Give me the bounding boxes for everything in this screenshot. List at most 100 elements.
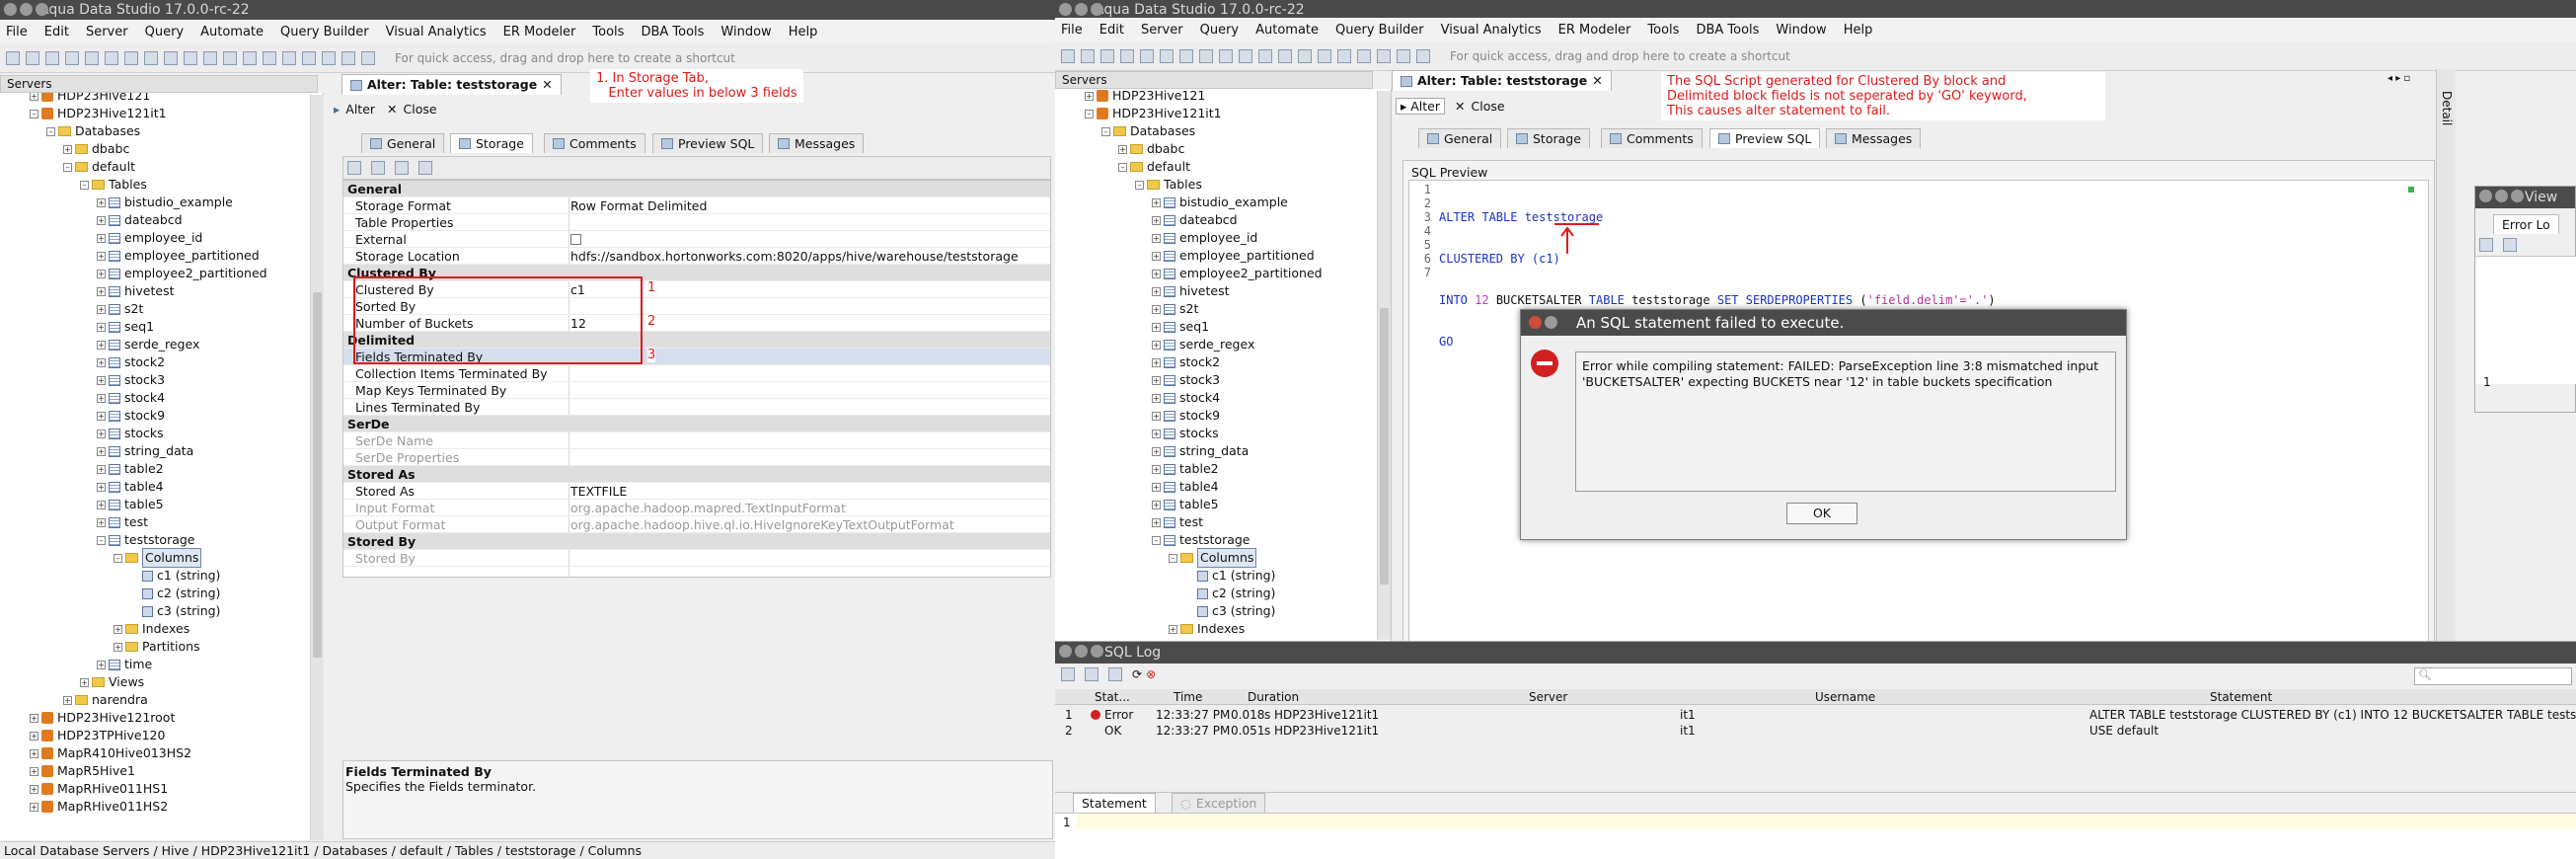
tree-item[interactable]: + table5 bbox=[97, 496, 164, 513]
tree-item[interactable]: + MapR410Hive013HS2 bbox=[30, 744, 191, 762]
window-icon[interactable] bbox=[1278, 48, 1292, 63]
tree-item[interactable]: + stock3 bbox=[1152, 371, 1220, 389]
tree-item[interactable]: + s2t bbox=[97, 300, 143, 318]
tree-item[interactable]: – HDP23Hive121it1 bbox=[1085, 105, 1222, 122]
layout6-icon[interactable] bbox=[361, 50, 375, 65]
log-header-4[interactable]: Username bbox=[1815, 689, 1875, 705]
tree-item[interactable]: + bistudio_example bbox=[1152, 194, 1288, 211]
expand-icon[interactable]: + bbox=[30, 93, 38, 101]
tree-item[interactable]: c2 (string) bbox=[1185, 585, 1275, 602]
expand-icon[interactable]: + bbox=[97, 660, 106, 669]
tree-item[interactable]: + serde_regex bbox=[97, 336, 199, 353]
menu-file[interactable]: File bbox=[6, 25, 28, 39]
tree-item[interactable]: + stock3 bbox=[97, 371, 165, 389]
menu-tools[interactable]: Tools bbox=[592, 25, 624, 39]
close-icon[interactable]: ✕ bbox=[1455, 99, 1465, 114]
disconnect-icon[interactable] bbox=[144, 50, 158, 65]
expand-icon[interactable]: + bbox=[97, 429, 106, 438]
tree-item[interactable]: – default bbox=[63, 158, 135, 176]
edit-log-icon[interactable] bbox=[1108, 667, 1122, 681]
tree-item[interactable]: + Partitions bbox=[114, 638, 200, 656]
sort-category-icon[interactable] bbox=[347, 161, 361, 175]
view2-icon[interactable] bbox=[2503, 238, 2517, 252]
tree-item[interactable]: – Tables bbox=[1135, 176, 1202, 194]
expand-icon[interactable]: + bbox=[1169, 624, 1177, 634]
tree-item[interactable]: – Tables bbox=[80, 176, 147, 194]
tree-item[interactable]: + HDP23TPHive120 bbox=[30, 727, 165, 744]
expand-icon[interactable]: + bbox=[1152, 197, 1161, 207]
tree-item[interactable]: + seq1 bbox=[1152, 318, 1209, 336]
expand-icon[interactable]: + bbox=[97, 500, 106, 509]
property-row[interactable]: Input Format org.apache.hadoop.mapred.Tex… bbox=[343, 500, 1050, 516]
expand-icon[interactable]: + bbox=[97, 464, 106, 474]
expand-icon[interactable]: + bbox=[1152, 411, 1161, 421]
tree-item[interactable]: + table2 bbox=[1152, 460, 1219, 478]
tree-item[interactable]: + narendra bbox=[63, 691, 148, 709]
tree-item[interactable]: c3 (string) bbox=[130, 602, 220, 620]
menu-dba-tools[interactable]: DBA Tools bbox=[641, 25, 704, 39]
property-value[interactable]: org.apache.hadoop.hive.ql.io.HiveIgnoreK… bbox=[570, 516, 954, 533]
log-header-3[interactable]: Server bbox=[1529, 689, 1567, 705]
subtab-preview-sql[interactable]: Preview SQL bbox=[652, 133, 764, 153]
expand-icon[interactable]: + bbox=[97, 375, 106, 385]
layout5-icon[interactable] bbox=[341, 50, 355, 65]
log-header-1[interactable]: Time bbox=[1174, 689, 1202, 705]
alter-button[interactable]: ▸ Alter bbox=[1396, 97, 1446, 115]
tree-item[interactable]: + HDP23Hive121 bbox=[1085, 89, 1205, 105]
tree-item[interactable]: + MapR5Hive1 bbox=[30, 762, 135, 780]
panel-icon[interactable] bbox=[243, 50, 257, 65]
property-row[interactable]: Storage Format Row Format Delimited bbox=[343, 197, 1050, 214]
tree-scrollbar[interactable] bbox=[310, 95, 324, 840]
subtab-preview-sql[interactable]: Preview SQL bbox=[1709, 128, 1821, 148]
tree-item[interactable]: + serde_regex bbox=[1152, 336, 1254, 353]
tree-item[interactable]: + dateabcd bbox=[1152, 211, 1238, 229]
menu-er-modeler[interactable]: ER Modeler bbox=[503, 25, 576, 39]
tree-item[interactable]: c1 (string) bbox=[1185, 567, 1275, 585]
menu-window[interactable]: Window bbox=[1776, 23, 1826, 38]
collapse-icon[interactable]: – bbox=[1135, 180, 1144, 190]
menu-visual-analytics[interactable]: Visual Analytics bbox=[386, 25, 487, 39]
property-row[interactable]: Stored By bbox=[343, 550, 1050, 567]
expand-icon[interactable]: + bbox=[97, 517, 106, 527]
tree-item[interactable]: + employee_id bbox=[97, 229, 202, 247]
close-button[interactable]: Close bbox=[404, 102, 437, 117]
expand-icon[interactable]: + bbox=[30, 731, 38, 741]
tree-item[interactable]: + time bbox=[97, 656, 152, 673]
property-value[interactable]: TEXTFILE bbox=[570, 483, 627, 500]
expand-icon[interactable]: + bbox=[63, 695, 72, 705]
expand-icon[interactable]: + bbox=[1152, 446, 1161, 456]
tree-item[interactable]: c1 (string) bbox=[130, 567, 220, 585]
property-row[interactable]: Collection Items Terminated By bbox=[343, 365, 1050, 382]
tree-item[interactable]: + HDP23Hive121 bbox=[30, 93, 150, 105]
menu-help[interactable]: Help bbox=[789, 25, 818, 39]
scroll-thumb[interactable] bbox=[313, 292, 322, 658]
property-row[interactable]: Table Properties bbox=[343, 214, 1050, 231]
tree-item[interactable]: + s2t bbox=[1152, 300, 1198, 318]
menu-query-builder[interactable]: Query Builder bbox=[1335, 23, 1424, 38]
expand-icon[interactable]: + bbox=[97, 197, 106, 207]
tree-item[interactable]: + dbabc bbox=[1118, 140, 1184, 158]
expand-icon[interactable]: + bbox=[97, 322, 106, 332]
tree-item[interactable]: – teststorage bbox=[1152, 531, 1250, 549]
collapse-icon[interactable]: – bbox=[1118, 162, 1127, 172]
expand-icon[interactable]: + bbox=[1152, 215, 1161, 225]
log-window-buttons[interactable] bbox=[1059, 645, 1103, 658]
expand-icon[interactable]: + bbox=[97, 215, 106, 225]
tree-icon[interactable] bbox=[1239, 48, 1252, 63]
statement-tab[interactable]: Statement bbox=[1073, 793, 1156, 813]
open-icon[interactable] bbox=[26, 50, 39, 65]
tree-item[interactable]: – Databases bbox=[46, 122, 140, 140]
menu-automate[interactable]: Automate bbox=[1255, 23, 1319, 38]
query-icon[interactable] bbox=[85, 50, 99, 65]
expand-icon[interactable]: + bbox=[1152, 304, 1161, 314]
tree-item[interactable]: + stock2 bbox=[97, 353, 165, 371]
copy-log-icon[interactable] bbox=[1085, 667, 1099, 681]
layout4-icon[interactable] bbox=[1377, 48, 1391, 63]
expand-icon[interactable]: + bbox=[80, 677, 89, 687]
subtab-comments[interactable]: Comments bbox=[1601, 128, 1703, 148]
view-icon[interactable] bbox=[2479, 238, 2493, 252]
layout2-icon[interactable] bbox=[1337, 48, 1351, 63]
dialog-window-buttons[interactable] bbox=[1529, 316, 1557, 329]
tree-item[interactable]: + table4 bbox=[1152, 478, 1219, 496]
tree-item[interactable]: + string_data bbox=[1152, 442, 1249, 460]
